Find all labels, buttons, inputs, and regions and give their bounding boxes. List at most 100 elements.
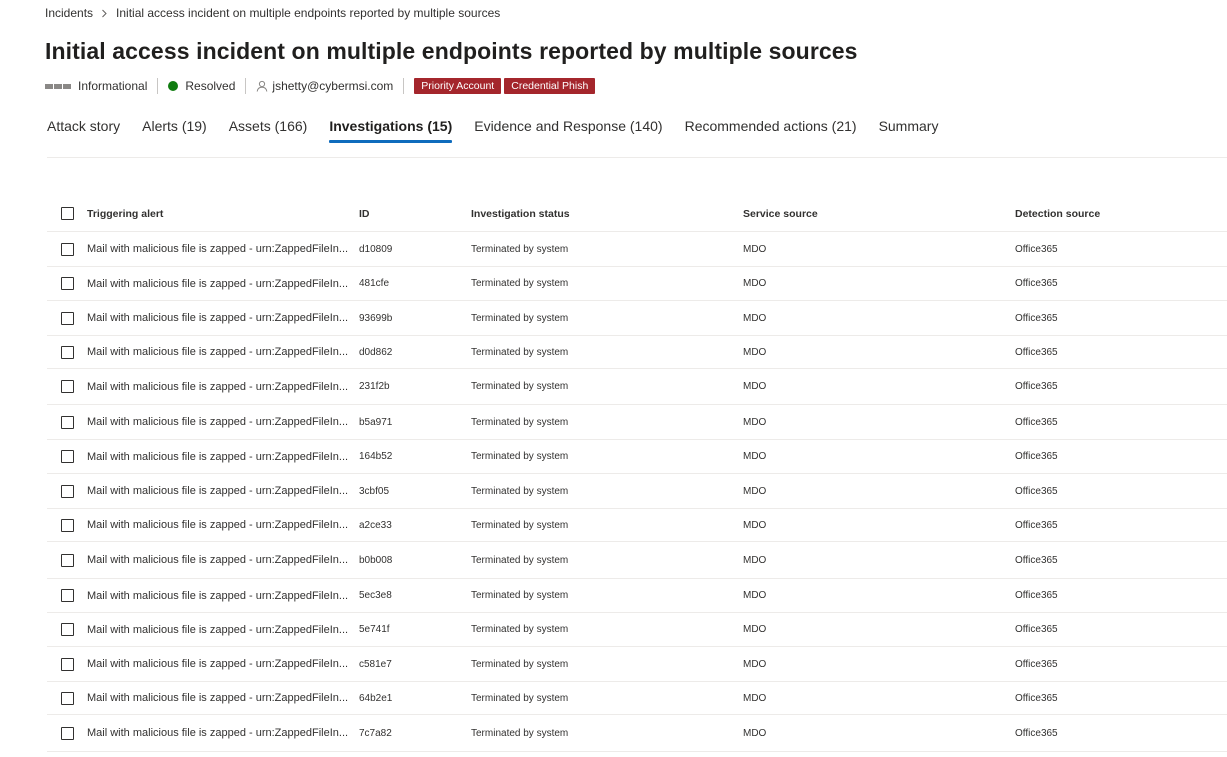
tag-priority-account[interactable]: Priority Account xyxy=(414,78,502,94)
table-row[interactable]: Mail with malicious file is zapped - urn… xyxy=(47,232,1227,267)
row-checkbox[interactable] xyxy=(61,518,74,532)
tab-evidence-and-response[interactable]: Evidence and Response (140) xyxy=(474,112,662,142)
cell-detection-source: Office365 xyxy=(1015,451,1058,462)
row-checkbox[interactable] xyxy=(61,277,74,290)
cell-id: b5a971 xyxy=(359,416,393,428)
cell-service-source: MDO xyxy=(743,624,767,635)
cell-triggering-alert[interactable]: Mail with malicious file is zapped - urn… xyxy=(87,243,359,255)
cell-service-source: MDO xyxy=(743,658,767,670)
cell-investigation-status: Terminated by system xyxy=(471,590,569,601)
row-checkbox[interactable] xyxy=(61,311,74,325)
row-checkbox[interactable] xyxy=(61,450,74,463)
cell-service-source: MDO xyxy=(743,278,767,289)
cell-investigation-status: Terminated by system xyxy=(471,624,569,635)
cell-triggering-alert[interactable]: Mail with malicious file is zapped - urn… xyxy=(87,485,359,497)
assigned-user: jshetty@cybermsi.com xyxy=(256,79,393,93)
incident-tabs: Attack story Alerts (19) Assets (166) In… xyxy=(47,112,960,144)
cell-triggering-alert[interactable]: Mail with malicious file is zapped - urn… xyxy=(87,658,359,670)
cell-investigation-status: Terminated by system xyxy=(471,554,569,566)
cell-investigation-status: Terminated by system xyxy=(471,451,569,462)
row-checkbox[interactable] xyxy=(61,691,74,705)
cell-investigation-status: Terminated by system xyxy=(471,658,569,670)
cell-id: 164b52 xyxy=(359,451,393,462)
table-row[interactable]: Mail with malicious file is zapped - urn… xyxy=(47,336,1227,369)
tab-attack-story[interactable]: Attack story xyxy=(47,112,120,142)
tag-credential-phish[interactable]: Credential Phish xyxy=(504,78,596,94)
cell-service-source: MDO xyxy=(743,554,767,566)
cell-triggering-alert[interactable]: Mail with malicious file is zapped - urn… xyxy=(87,624,359,636)
column-header-service-source[interactable]: Service source xyxy=(743,208,1015,220)
cell-id: 5e741f xyxy=(359,624,390,635)
column-header-id[interactable]: ID xyxy=(359,208,471,220)
table-row[interactable]: Mail with malicious file is zapped - urn… xyxy=(47,474,1227,509)
cell-detection-source: Office365 xyxy=(1015,346,1058,358)
table-row[interactable]: Mail with malicious file is zapped - urn… xyxy=(47,509,1227,542)
row-select-cell xyxy=(47,242,87,256)
row-checkbox[interactable] xyxy=(61,623,74,636)
cell-service-source: MDO xyxy=(743,243,767,255)
cell-service-source: MDO xyxy=(743,346,767,358)
tab-recommended-actions[interactable]: Recommended actions (21) xyxy=(685,112,857,142)
table-row[interactable]: Mail with malicious file is zapped - urn… xyxy=(47,542,1227,579)
row-checkbox[interactable] xyxy=(61,415,74,429)
table-row[interactable]: Mail with malicious file is zapped - urn… xyxy=(47,301,1227,336)
cell-id: 64b2e1 xyxy=(359,692,393,704)
cell-id: b0b008 xyxy=(359,554,393,566)
row-checkbox[interactable] xyxy=(61,553,74,567)
table-row[interactable]: Mail with malicious file is zapped - urn… xyxy=(47,682,1227,715)
cell-triggering-alert[interactable]: Mail with malicious file is zapped - urn… xyxy=(87,381,359,393)
cell-service-source: MDO xyxy=(743,416,767,428)
row-checkbox[interactable] xyxy=(61,726,74,740)
cell-service-source: MDO xyxy=(743,519,767,531)
table-header: Triggering alert ID Investigation status… xyxy=(47,196,1227,232)
table-row[interactable]: Mail with malicious file is zapped - urn… xyxy=(47,647,1227,682)
cell-triggering-alert[interactable]: Mail with malicious file is zapped - urn… xyxy=(87,312,359,324)
table-body: Mail with malicious file is zapped - urn… xyxy=(47,232,1227,752)
tab-summary[interactable]: Summary xyxy=(879,112,939,142)
table-row[interactable]: Mail with malicious file is zapped - urn… xyxy=(47,405,1227,440)
table-row[interactable]: Mail with malicious file is zapped - urn… xyxy=(47,715,1227,752)
cell-triggering-alert[interactable]: Mail with malicious file is zapped - urn… xyxy=(87,692,359,704)
column-header-investigation-status[interactable]: Investigation status xyxy=(471,208,743,220)
cell-service-source: MDO xyxy=(743,692,767,704)
cell-triggering-alert[interactable]: Mail with malicious file is zapped - urn… xyxy=(87,451,359,463)
row-checkbox[interactable] xyxy=(61,657,74,671)
cell-triggering-alert[interactable]: Mail with malicious file is zapped - urn… xyxy=(87,519,359,531)
row-select-cell xyxy=(47,484,87,498)
row-select-cell xyxy=(47,277,87,290)
cell-triggering-alert[interactable]: Mail with malicious file is zapped - urn… xyxy=(87,554,359,566)
row-checkbox[interactable] xyxy=(61,242,74,256)
row-checkbox[interactable] xyxy=(61,380,74,393)
cell-triggering-alert[interactable]: Mail with malicious file is zapped - urn… xyxy=(87,346,359,358)
tab-alerts[interactable]: Alerts (19) xyxy=(142,112,207,142)
select-all-checkbox[interactable] xyxy=(61,207,74,220)
column-header-triggering-alert[interactable]: Triggering alert xyxy=(87,208,359,220)
row-select-cell xyxy=(47,345,87,359)
row-checkbox[interactable] xyxy=(61,589,74,602)
cell-triggering-alert[interactable]: Mail with malicious file is zapped - urn… xyxy=(87,727,359,739)
severity-bars-icon xyxy=(45,83,71,89)
table-row[interactable]: Mail with malicious file is zapped - urn… xyxy=(47,579,1227,613)
cell-service-source: MDO xyxy=(743,381,767,392)
table-row[interactable]: Mail with malicious file is zapped - urn… xyxy=(47,613,1227,647)
tab-assets[interactable]: Assets (166) xyxy=(229,112,308,142)
breadcrumb-incidents-link[interactable]: Incidents xyxy=(45,6,93,20)
table-row[interactable]: Mail with malicious file is zapped - urn… xyxy=(47,267,1227,301)
cell-service-source: MDO xyxy=(743,727,767,739)
cell-investigation-status: Terminated by system xyxy=(471,278,569,289)
tab-investigations[interactable]: Investigations (15) xyxy=(329,112,452,143)
column-header-detection-source[interactable]: Detection source xyxy=(1015,208,1215,220)
select-all-cell xyxy=(47,207,87,220)
cell-triggering-alert[interactable]: Mail with malicious file is zapped - urn… xyxy=(87,590,359,602)
cell-investigation-status: Terminated by system xyxy=(471,519,569,531)
row-checkbox[interactable] xyxy=(61,484,74,498)
table-row[interactable]: Mail with malicious file is zapped - urn… xyxy=(47,440,1227,474)
cell-triggering-alert[interactable]: Mail with malicious file is zapped - urn… xyxy=(87,416,359,428)
severity-indicator: Informational xyxy=(45,79,147,93)
cell-detection-source: Office365 xyxy=(1015,658,1058,670)
cell-investigation-status: Terminated by system xyxy=(471,416,569,428)
person-icon xyxy=(256,80,268,92)
table-row[interactable]: Mail with malicious file is zapped - urn… xyxy=(47,369,1227,405)
row-checkbox[interactable] xyxy=(61,345,74,359)
cell-triggering-alert[interactable]: Mail with malicious file is zapped - urn… xyxy=(87,278,359,290)
